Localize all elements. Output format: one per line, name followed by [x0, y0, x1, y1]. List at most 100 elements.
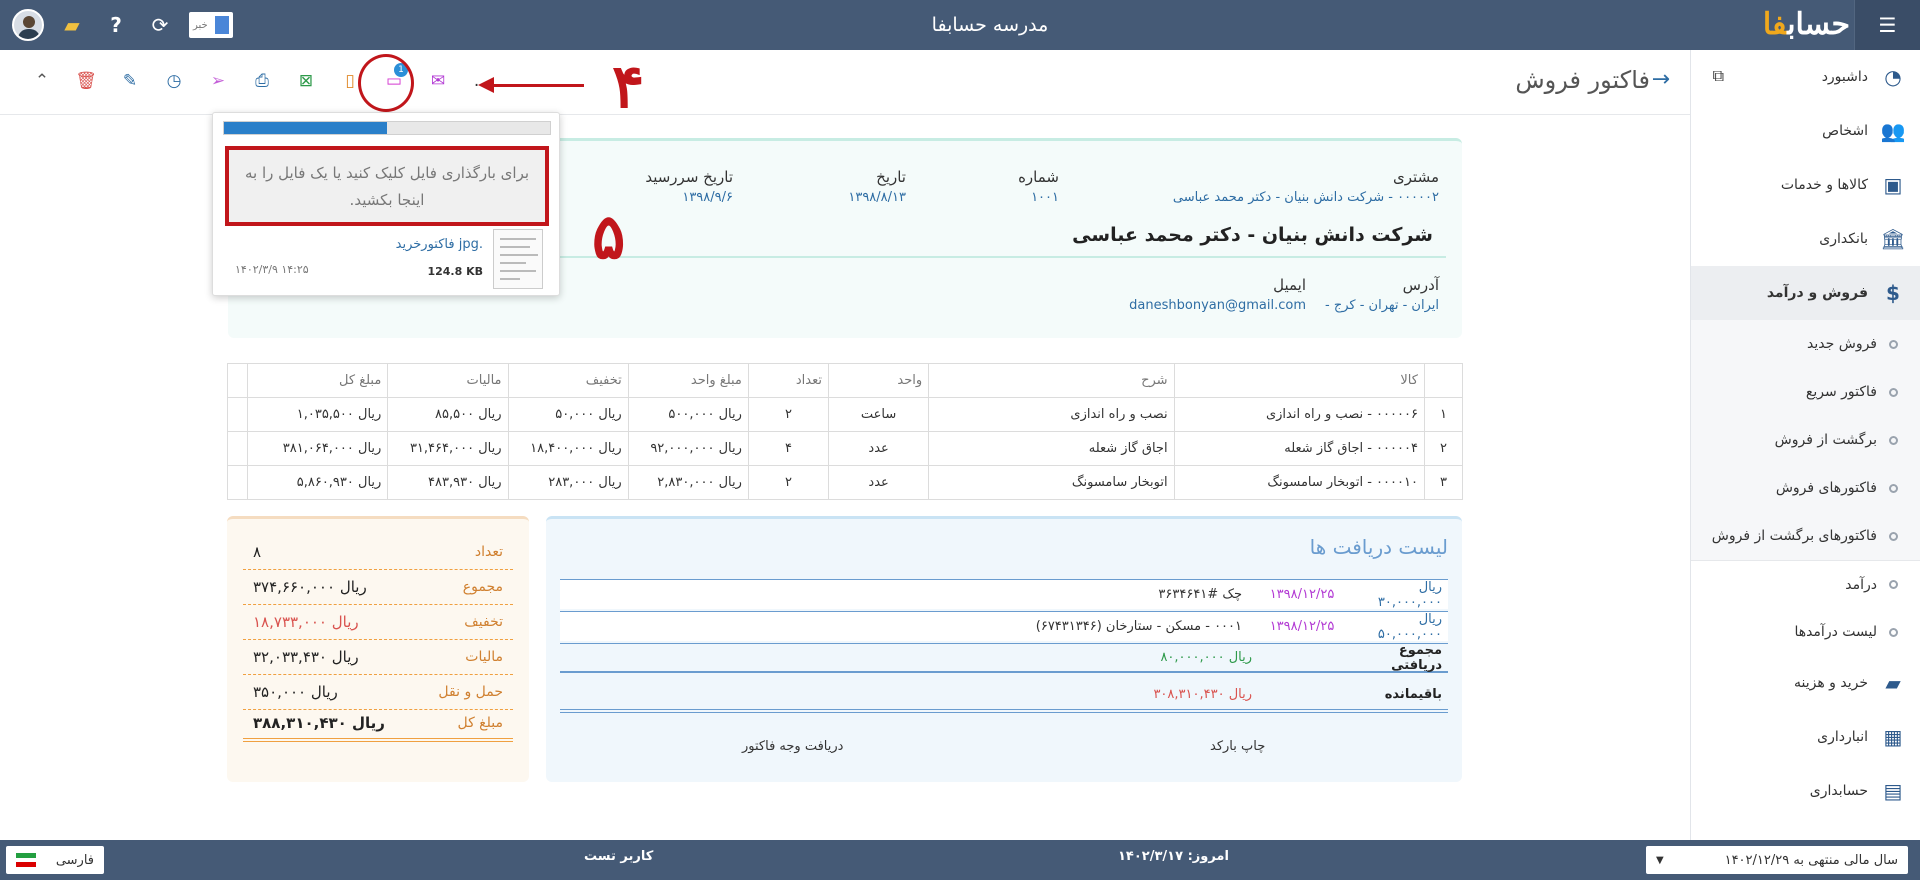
bullet-icon [1889, 339, 1898, 349]
back-arrow-icon[interactable]: → [1652, 67, 1670, 92]
news-icon [215, 16, 229, 34]
date-value: ۱۳۹۸/۸/۱۳ [848, 190, 906, 205]
col-tax: مالیات [387, 363, 509, 398]
app-logo: حسابفا [1762, 7, 1850, 42]
box-icon: ▣ [1883, 173, 1903, 197]
wallet-icon[interactable]: ▰ [54, 7, 90, 43]
summary-row: حمل و نقل ریال ۳۵۰,۰۰۰ [243, 675, 513, 710]
note-icon[interactable]: ✉ [416, 66, 460, 96]
customer-value[interactable]: ۰۰۰۰۰۲ - شرکت دانش بنیان - دکتر محمد عبا… [1173, 190, 1439, 205]
money-hand-icon: $ [1886, 281, 1900, 305]
delete-icon[interactable]: 🗑 [64, 66, 108, 96]
news-button[interactable]: خبر [186, 7, 236, 43]
number-label: شماره [1018, 168, 1059, 186]
summary-panel: تعداد ۸ مجموع ریال ۳۷۴,۶۶۰,۰۰۰ تخفیف ریال ۱… [227, 516, 529, 782]
collapse-icon[interactable]: ⌃ [20, 66, 64, 96]
due-date-value: ۱۳۹۸/۹/۶ [682, 190, 733, 205]
address-label: آدرس [1402, 276, 1439, 294]
sidebar-item-sales[interactable]: $ فروش و درآمد [1691, 266, 1920, 320]
bullet-icon [1889, 580, 1898, 589]
sidebar-item-dashboard[interactable]: ◔ داشبورد [1691, 50, 1920, 104]
people-icon: 👥 [1880, 119, 1906, 143]
sidebar-sub-quick-invoice[interactable]: فاکتور سریع [1691, 368, 1920, 416]
receipt-row[interactable]: ریال ۵۰,۰۰۰,۰۰۰ ۱۳۹۸/۱۲/۲۵ ۰۰۰۱ - مسکن -… [560, 611, 1448, 642]
history-icon[interactable]: ◷ [152, 66, 196, 96]
file-size: 124.8 KB [427, 265, 483, 278]
col-edge [226, 363, 249, 398]
sidebar-item-persons[interactable]: 👥 اشخاص [1691, 104, 1920, 158]
edit-icon[interactable]: ✎ [108, 66, 152, 96]
annotation-step-5: ۵ [592, 200, 626, 273]
col-index [1423, 363, 1464, 398]
help-icon[interactable]: ? [98, 7, 134, 43]
number-value: ۱۰۰۱ [1031, 190, 1059, 205]
sidebar-sub-return-invoices[interactable]: فاکتورهای برگشت از فروش [1691, 512, 1920, 560]
due-date-label: تاریخ سررسید [645, 168, 733, 186]
hamburger-menu-button[interactable]: ☰ [1854, 0, 1920, 50]
file-time: ۱۴۰۲/۳/۹ ۱۴:۲۵ [235, 263, 309, 276]
summary-row: مجموع ریال ۳۷۴,۶۶۰,۰۰۰ [243, 570, 513, 605]
user-avatar[interactable] [10, 7, 46, 43]
language-select[interactable]: فارسی [6, 846, 104, 874]
col-discount: تخفیف [507, 363, 629, 398]
sidebar-item-warehouse[interactable]: ▦ انبارداری [1691, 710, 1920, 764]
col-total: مبلغ کل [247, 363, 389, 398]
fiscal-year-select[interactable]: سال مالی منتهی به ۱۴۰۲/۱۲/۲۹ ▼ [1646, 846, 1908, 874]
sidebar-sub-sales-invoices[interactable]: فاکتورهای فروش [1691, 464, 1920, 512]
table-row[interactable]: ۲ ۰۰۰۰۰۴ - اجاق گاز شعله اجاق گاز شعله عدد ۴… [226, 431, 1464, 466]
sidebar-item-products[interactable]: ▣ کالاها و خدمات [1691, 158, 1920, 212]
sidebar: ◔ داشبورد 👥 اشخاص ▣ کالاها و خدمات 🏛 بانکدار… [1690, 50, 1920, 840]
bullet-icon [1889, 531, 1898, 541]
news-label: خبر [193, 19, 208, 31]
sidebar-item-accounting[interactable]: ▤ حسابداری [1691, 764, 1920, 818]
app-title: مدرسه حسابفا [931, 14, 1049, 36]
sidebar-item-purchases[interactable]: ▰ خرید و هزینه [1691, 656, 1920, 710]
top-icons: ▰ ? ⟳ خبر [10, 0, 236, 50]
footer-bar [0, 840, 1920, 880]
receipts-panel: لیست دریافت ها ریال ۳۰,۰۰۰,۰۰۰ ۱۳۹۸/۱۲/۲… [546, 516, 1462, 782]
summary-row: تعداد ۸ [243, 535, 513, 570]
table-row[interactable]: ۱ ۰۰۰۰۰۶ - نصب و راه اندازی نصب و راه اندا… [226, 397, 1464, 432]
dashboard-icon: ◔ [1884, 65, 1902, 89]
annotation-circle [358, 54, 414, 112]
receipts-title: لیست دریافت ها [1309, 535, 1448, 559]
summary-row: تخفیف ریال ۱۸,۷۳۳,۰۰۰ [243, 605, 513, 640]
avatar-icon [12, 9, 44, 41]
today-date: امروز: ۱۴۰۲/۳/۱۷ [1118, 849, 1229, 864]
file-name-link[interactable]: .jpg فاکتورخرید [396, 237, 483, 252]
table-row[interactable]: ۳ ۰۰۰۰۱۰ - اتوبخار سامسونگ اتوبخار سامسونگ… [226, 465, 1464, 500]
toolbar: ⌃ 🗑 ✎ ◷ ➢ ⎙ ⊠ ▯ ▭1 ✉ ... [20, 63, 504, 96]
refresh-icon[interactable]: ⟳ [142, 7, 178, 43]
caret-down-icon: ▼ [1656, 854, 1664, 866]
summary-total-row: مبلغ کل ریال ۳۸۸,۳۱۰,۴۳۰ [243, 707, 513, 742]
file-dropzone[interactable]: برای بارگذاری فایل کلیک کنید یا یک فایل … [225, 146, 549, 226]
receipts-total-row: مجموع دریافتی ریال ۸۰,۰۰۰,۰۰۰ [560, 643, 1448, 673]
sidebar-sub-new-sale[interactable]: فروش جدید [1691, 320, 1920, 368]
upload-popup: برای بارگذاری فایل کلیک کنید یا یک فایل … [212, 112, 560, 296]
summary-row: مالیات ریال ۳۲,۰۳۳,۴۳۰ [243, 640, 513, 675]
iran-flag-icon [16, 853, 36, 868]
current-user: کاربر تست [584, 849, 654, 864]
receipts-remain-row: باقیمانده ریال ۳۰۸,۳۱۰,۴۳۰ [560, 679, 1448, 713]
sidebar-sub-income-list[interactable]: لیست درآمدها [1691, 608, 1920, 656]
sidebar-toggle-icon[interactable]: ⧉ [1713, 66, 1724, 86]
sidebar-item-banking[interactable]: 🏛 بانکداری [1691, 212, 1920, 266]
file-thumbnail[interactable] [493, 229, 543, 289]
bullet-icon [1889, 435, 1898, 445]
excel-icon[interactable]: ⊠ [284, 66, 328, 96]
sidebar-sub-sales-return[interactable]: برگشت از فروش [1691, 416, 1920, 464]
send-icon[interactable]: ➢ [196, 66, 240, 96]
bank-icon: 🏛 [1880, 227, 1906, 251]
receive-payment-button[interactable]: دریافت وجه فاکتور [742, 739, 843, 754]
warehouse-icon: ▦ [1883, 725, 1903, 749]
company-name: شرکت دانش بنیان - دکتر محمد عباسی [1072, 224, 1433, 246]
col-qty: تعداد [747, 363, 830, 398]
print-barcode-button[interactable]: چاپ بارکد [1210, 739, 1265, 754]
sidebar-sub-income[interactable]: درآمد [1691, 560, 1920, 608]
bullet-icon [1889, 387, 1898, 397]
upload-progress-fill [224, 122, 387, 134]
receipt-row[interactable]: ریال ۳۰,۰۰۰,۰۰۰ ۱۳۹۸/۱۲/۲۵ چک #۳۶۳۴۶۴۱ [560, 579, 1448, 610]
email-label: ایمیل [1273, 276, 1306, 294]
print-icon[interactable]: ⎙ [240, 66, 284, 96]
email-value: daneshbonyan@gmail.com [1129, 298, 1306, 313]
